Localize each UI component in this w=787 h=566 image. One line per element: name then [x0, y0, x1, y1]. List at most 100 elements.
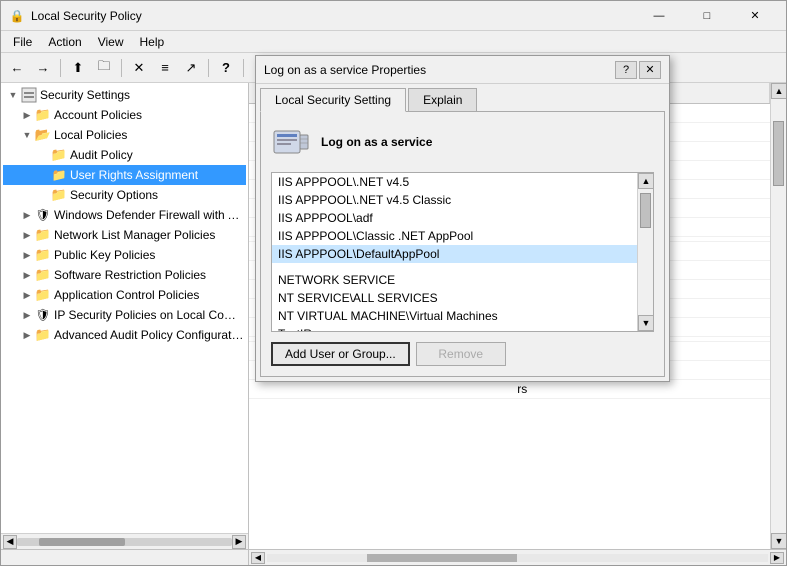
dialog-tab-explain[interactable]: Explain [408, 88, 477, 111]
tree-item-ip-security[interactable]: ▶ 🛡 IP Security Policies on Local Comput… [3, 305, 246, 325]
properties-button[interactable]: ≡ [153, 57, 177, 79]
properties-dialog: Log on as a service Properties ? ✕ Local… [255, 55, 670, 382]
minimize-button[interactable]: — [636, 6, 682, 26]
back-button[interactable]: ← [5, 57, 29, 79]
expand-public-key: ▶ [19, 247, 35, 263]
expand-network-list: ▶ [19, 227, 35, 243]
shield-firewall-icon: 🛡 [35, 207, 51, 223]
tree-item-security-settings[interactable]: ▼ Security Settings [3, 85, 246, 105]
toolbar-sep-2 [121, 59, 122, 77]
hscroll-thumb[interactable] [39, 538, 125, 546]
list-scroll-down[interactable]: ▼ [638, 315, 653, 331]
title-bar-buttons: — □ ✕ [636, 6, 778, 26]
expand-ip-security: ▶ [19, 307, 35, 323]
expand-security-settings: ▼ [5, 87, 21, 103]
tree-item-firewall[interactable]: ▶ 🛡 Windows Defender Firewall with Adva.… [3, 205, 246, 225]
table-row[interactable]: rs [249, 380, 770, 399]
policy-cell [249, 380, 509, 399]
dialog-tab-local-security[interactable]: Local Security Setting [260, 88, 406, 112]
list-item[interactable]: IIS APPPOOL\.NET v4.5 [272, 173, 637, 191]
tree-item-app-control[interactable]: ▶ 📁 Application Control Policies [3, 285, 246, 305]
list-item[interactable]: IIS APPPOOL\DefaultAppPool [272, 245, 637, 263]
tree-hscrollbar[interactable]: ◀ ▶ [1, 533, 248, 549]
add-user-group-button[interactable]: Add User or Group... [271, 342, 410, 366]
menu-action[interactable]: Action [40, 33, 89, 51]
export-button[interactable]: ↗ [179, 57, 203, 79]
list-item[interactable]: NT SERVICE\ALL SERVICES [272, 289, 637, 307]
tree-label-audit-policy: Audit Policy [70, 148, 133, 162]
menu-file[interactable]: File [5, 33, 40, 51]
list-item[interactable]: IIS APPPOOL\Classic .NET AppPool [272, 227, 637, 245]
tree-item-account-policies[interactable]: ▶ 📁 Account Policies [3, 105, 246, 125]
folder-user-rights-icon: 📁 [51, 167, 67, 183]
folder-audit-icon: 📁 [51, 147, 67, 163]
tree-label-app-control: Application Control Policies [54, 288, 199, 302]
folder-local-icon: 📂 [35, 127, 51, 143]
right-vscrollbar[interactable]: ▲ ▼ [770, 83, 786, 549]
tree-label-ip-security: IP Security Policies on Local Compute... [54, 308, 244, 322]
dialog-title-bar: Log on as a service Properties ? ✕ [256, 56, 669, 84]
menu-help[interactable]: Help [132, 33, 173, 51]
forward-button[interactable]: → [31, 57, 55, 79]
bottom-bar-left [1, 550, 249, 565]
tree-item-local-policies[interactable]: ▼ 📂 Local Policies [3, 125, 246, 145]
window-title: Local Security Policy [31, 9, 636, 23]
folder-button[interactable]: 🗀 [92, 57, 116, 79]
tree-item-advanced-audit[interactable]: ▶ 📁 Advanced Audit Policy Configuration [3, 325, 246, 345]
dialog-help-button[interactable]: ? [615, 61, 637, 79]
toolbar-sep-1 [60, 59, 61, 77]
expand-local-policies: ▼ [19, 127, 35, 143]
tree-item-security-options[interactable]: ▶ 📁 Security Options [3, 185, 246, 205]
tree-item-public-key[interactable]: ▶ 📁 Public Key Policies [3, 245, 246, 265]
menu-bar: File Action View Help [1, 31, 786, 53]
vscroll-up[interactable]: ▲ [771, 83, 786, 99]
tree-label-software-restriction: Software Restriction Policies [54, 268, 206, 282]
up-button[interactable]: ⬆ [66, 57, 90, 79]
hscroll-right[interactable]: ▶ [232, 535, 246, 549]
tree-panel: ▼ Security Settings ▶ 📁 Account Policies… [1, 83, 249, 549]
service-label-text: Log on as a service [321, 135, 432, 149]
list-item[interactable]: NT VIRTUAL MACHINE\Virtual Machines [272, 307, 637, 325]
menu-view[interactable]: View [90, 33, 132, 51]
hscroll-track [17, 538, 232, 546]
hscroll-left[interactable]: ◀ [3, 535, 17, 549]
title-bar: 🔒 Local Security Policy — □ ✕ [1, 1, 786, 31]
hscroll-bottom-left[interactable]: ◀ [251, 552, 265, 564]
list-item[interactable]: NETWORK SERVICE [272, 271, 637, 289]
tree-item-user-rights[interactable]: ▶ 📁 User Rights Assignment [3, 165, 246, 185]
list-item[interactable]: IIS APPPOOL\.NET v4.5 Classic [272, 191, 637, 209]
vscroll-track [771, 99, 786, 533]
folder-account-icon: 📁 [35, 107, 51, 123]
help-toolbar-button[interactable]: ? [214, 57, 238, 79]
folder-software-restriction-icon: 📁 [35, 267, 51, 283]
hscroll-bottom-right[interactable]: ▶ [770, 552, 784, 564]
expand-account-policies: ▶ [19, 107, 35, 123]
tree-label-security-settings: Security Settings [40, 88, 130, 102]
tree-label-public-key: Public Key Policies [54, 248, 155, 262]
dialog-close-button[interactable]: ✕ [639, 61, 661, 79]
hscroll-bottom-thumb[interactable] [367, 554, 517, 562]
list-scrollbar[interactable]: ▲▼ [637, 173, 653, 331]
folder-security-options-icon: 📁 [51, 187, 67, 203]
tree-item-software-restriction[interactable]: ▶ 📁 Software Restriction Policies [3, 265, 246, 285]
expand-software-restriction: ▶ [19, 267, 35, 283]
vscroll-thumb[interactable] [773, 121, 784, 186]
delete-button[interactable]: ✕ [127, 57, 151, 79]
list-scroll-up[interactable]: ▲ [638, 173, 653, 189]
expand-advanced-audit: ▶ [19, 327, 35, 343]
setting-cell: rs [509, 380, 769, 399]
dialog-list-box[interactable]: IIS APPPOOL\.NET v4.5IIS APPPOOL\.NET v4… [271, 172, 654, 332]
toolbar-sep-4 [243, 59, 244, 77]
remove-button[interactable]: Remove [416, 342, 506, 366]
tree-label-user-rights: User Rights Assignment [70, 168, 198, 182]
tree-item-audit-policy[interactable]: ▶ 📁 Audit Policy [3, 145, 246, 165]
tree-item-network-list[interactable]: ▶ 📁 Network List Manager Policies [3, 225, 246, 245]
list-item[interactable]: TestIR [272, 325, 637, 331]
service-icon [271, 122, 311, 162]
vscroll-down[interactable]: ▼ [771, 533, 786, 549]
close-button[interactable]: ✕ [732, 6, 778, 26]
maximize-button[interactable]: □ [684, 6, 730, 26]
list-scroll-thumb[interactable] [640, 193, 651, 228]
hscroll-bottom-track [267, 554, 768, 562]
list-item[interactable]: IIS APPPOOL\adf [272, 209, 637, 227]
